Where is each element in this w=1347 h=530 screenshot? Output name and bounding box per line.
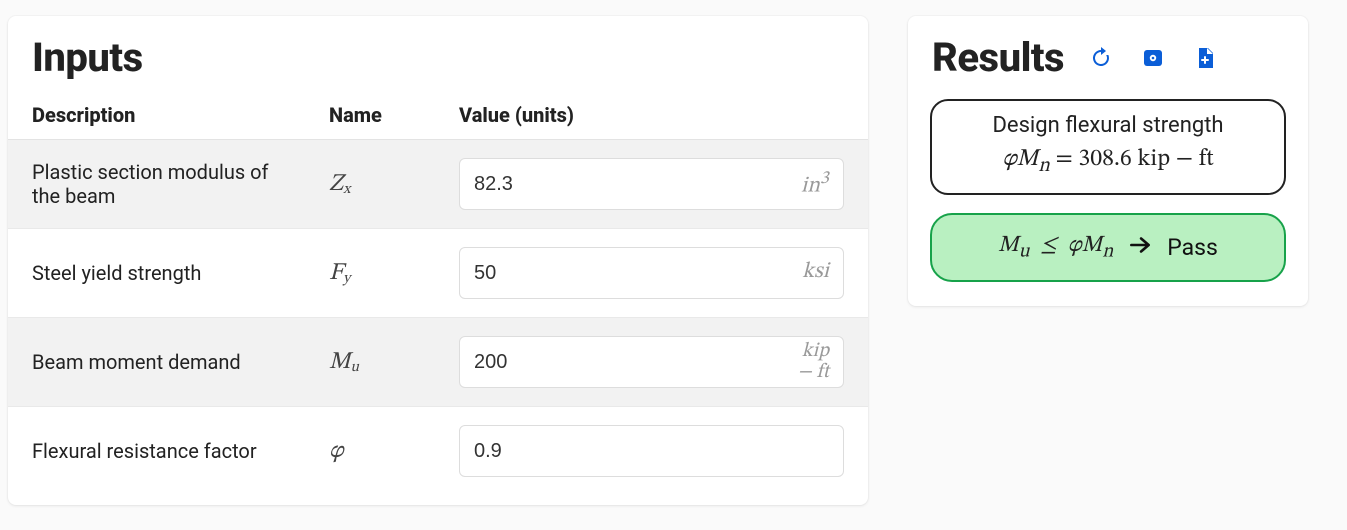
inputs-title: Inputs <box>32 34 844 81</box>
design-strength-box: Design flexural strength φMn = 308.6 kip… <box>930 99 1286 195</box>
input-value-field[interactable] <box>460 426 843 476</box>
inputs-table: Description Name Value (units) Plastic s… <box>8 93 868 495</box>
input-value-cell <box>435 407 868 496</box>
design-strength-label: Design flexural strength <box>950 113 1266 138</box>
input-value-field[interactable] <box>460 159 753 209</box>
check-equation: Mu ≤ φMn <box>998 231 1113 265</box>
input-unit: in3 <box>753 170 843 198</box>
input-value-cell: in3 <box>435 140 868 229</box>
design-strength-equation: φMn = 308.6 kip − ft <box>950 144 1266 179</box>
input-value-field[interactable] <box>460 248 753 298</box>
input-value-cell: kip− ft <box>435 318 868 407</box>
input-description: Beam moment demand <box>8 318 305 407</box>
input-description: Flexural resistance factor <box>8 407 305 496</box>
input-row: Beam moment demandMu kip− ft <box>8 318 868 407</box>
input-row: Flexural resistance factorφ <box>8 407 868 496</box>
arrow-right-icon <box>1127 232 1153 264</box>
input-symbol: Fy <box>305 229 435 318</box>
col-header-value: Value (units) <box>435 93 868 140</box>
input-row: Steel yield strengthFy ksi <box>8 229 868 318</box>
input-symbol: φ <box>305 407 435 496</box>
add-note-icon[interactable] <box>1192 45 1218 71</box>
input-unit: ksi <box>753 261 843 284</box>
refresh-icon[interactable] <box>1088 45 1114 71</box>
input-value-field[interactable] <box>460 337 753 387</box>
input-unit: kip− ft <box>753 341 843 383</box>
col-header-name: Name <box>305 93 435 140</box>
input-value-cell: ksi <box>435 229 868 318</box>
results-title: Results <box>932 34 1064 81</box>
results-card: Results Design flexural strength φMn = 3… <box>908 16 1308 306</box>
inputs-card: Inputs Description Name Value (units) Pl… <box>8 16 868 505</box>
input-symbol: Mu <box>305 318 435 407</box>
check-status: Pass <box>1167 234 1218 261</box>
input-description: Plastic section modulus of the beam <box>8 140 305 229</box>
check-box: Mu ≤ φMn Pass <box>930 213 1286 283</box>
col-header-description: Description <box>8 93 305 140</box>
preview-icon[interactable] <box>1140 45 1166 71</box>
input-description: Steel yield strength <box>8 229 305 318</box>
input-symbol: Zx <box>305 140 435 229</box>
input-row: Plastic section modulus of the beamZx in3 <box>8 140 868 229</box>
